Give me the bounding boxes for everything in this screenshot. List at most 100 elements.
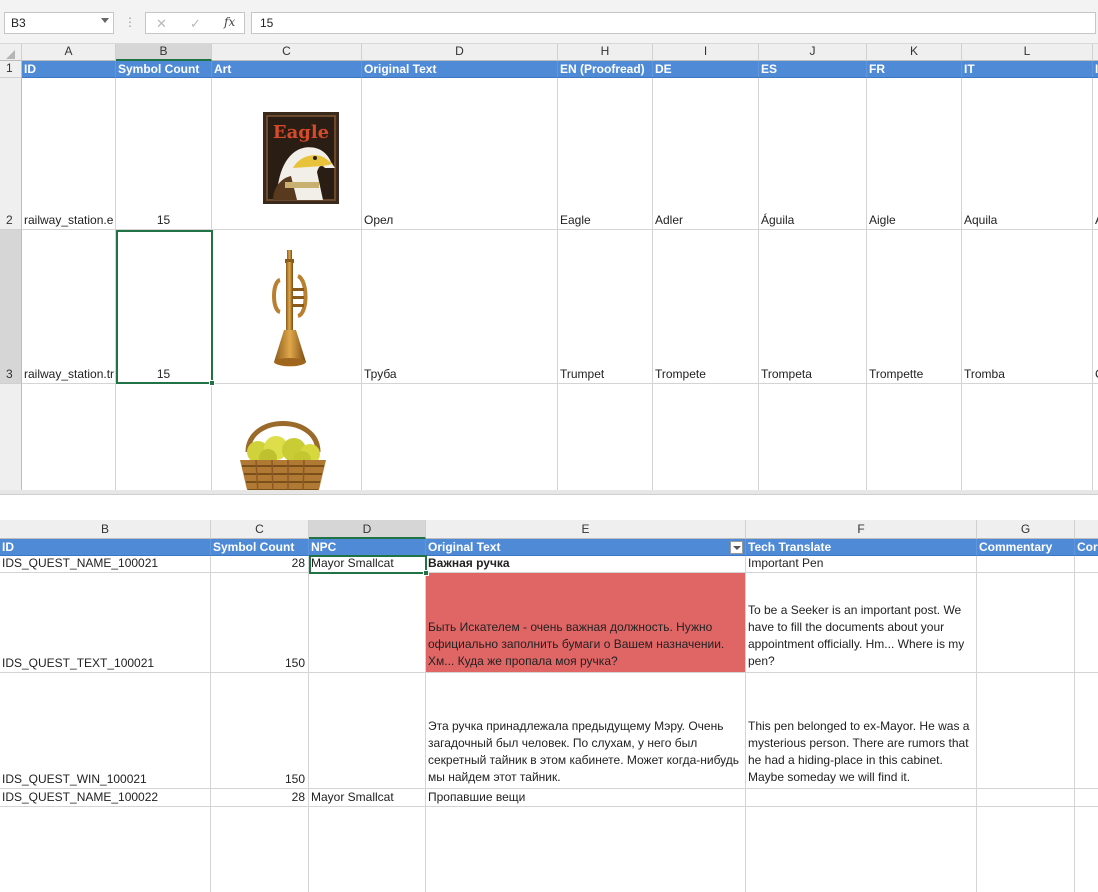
- cell-symbol-count[interactable]: 15: [116, 78, 212, 230]
- column-header-m[interactable]: [1093, 44, 1098, 61]
- cell-symbol-count[interactable]: 150: [211, 673, 309, 789]
- eagle-poster-image[interactable]: Eagle: [263, 112, 339, 204]
- empty-cell[interactable]: [977, 807, 1075, 892]
- cell-commentary[interactable]: [977, 556, 1075, 573]
- fill-handle[interactable]: [423, 570, 429, 576]
- cell-npc[interactable]: [309, 573, 426, 673]
- column-header-k[interactable]: K: [867, 44, 962, 61]
- header-cell-art[interactable]: Art: [212, 61, 362, 78]
- cell-next[interactable]: [1075, 673, 1098, 789]
- column-header-b[interactable]: B: [116, 44, 212, 61]
- header-cell-fr[interactable]: FR: [867, 61, 962, 78]
- cell-id[interactable]: [22, 384, 116, 490]
- column-header-b[interactable]: B: [0, 520, 211, 539]
- cell-es[interactable]: Águila: [759, 78, 867, 230]
- cell-original-text-highlighted[interactable]: Быть Искателем - очень важная должность.…: [426, 573, 746, 673]
- cell-fr[interactable]: [867, 384, 962, 490]
- column-header-c[interactable]: C: [212, 44, 362, 61]
- cell-tech-translate[interactable]: To be a Seeker is an important post. We …: [746, 573, 977, 673]
- cell-en[interactable]: Trumpet: [558, 230, 653, 384]
- header-cell-en[interactable]: EN (Proofread): [558, 61, 653, 78]
- cell-en[interactable]: [558, 384, 653, 490]
- column-header-f[interactable]: F: [746, 520, 977, 539]
- cell-npc[interactable]: Mayor Smallcat: [309, 789, 426, 807]
- header-cell-next[interactable]: Cor: [1075, 539, 1098, 556]
- cell-es[interactable]: Trompeta: [759, 230, 867, 384]
- empty-cell[interactable]: [746, 807, 977, 892]
- apple-basket-image[interactable]: [236, 408, 330, 490]
- cell-next[interactable]: [1075, 573, 1098, 673]
- row-header-2[interactable]: 2: [0, 78, 22, 230]
- column-header-l[interactable]: L: [962, 44, 1093, 61]
- cell-original-text[interactable]: Важная ручка: [426, 556, 746, 573]
- cell-fr[interactable]: Trompette: [867, 230, 962, 384]
- cell-selection[interactable]: [116, 230, 215, 386]
- cell-es[interactable]: [759, 384, 867, 490]
- column-header-i[interactable]: I: [653, 44, 759, 61]
- row-header-1[interactable]: 1: [0, 61, 22, 78]
- formula-input[interactable]: 15: [251, 12, 1096, 34]
- cell-commentary[interactable]: [977, 789, 1075, 807]
- header-cell-de[interactable]: DE: [653, 61, 759, 78]
- empty-cell[interactable]: [426, 807, 746, 892]
- cell-en[interactable]: Eagle: [558, 78, 653, 230]
- cell-original-text[interactable]: Пропавшие вещи: [426, 789, 746, 807]
- header-cell-npc[interactable]: NPC: [309, 539, 426, 556]
- cell-original-text[interactable]: Труба: [362, 230, 558, 384]
- row-header-4[interactable]: [0, 384, 22, 490]
- cell-symbol-count[interactable]: 28: [211, 556, 309, 573]
- cell-de[interactable]: Trompete: [653, 230, 759, 384]
- cell-original-text[interactable]: [362, 384, 558, 490]
- cell-commentary[interactable]: [977, 673, 1075, 789]
- select-all-corner[interactable]: [0, 44, 22, 61]
- column-header-d[interactable]: D: [309, 520, 426, 539]
- header-cell-original-text[interactable]: Original Text: [362, 61, 558, 78]
- cell-selection[interactable]: [309, 555, 429, 576]
- cell-tech-translate[interactable]: [746, 789, 977, 807]
- cell-npc[interactable]: [309, 673, 426, 789]
- cell-symbol-count[interactable]: 28: [211, 789, 309, 807]
- trumpet-image[interactable]: [270, 250, 310, 368]
- cell-it[interactable]: Tromba: [962, 230, 1093, 384]
- cell-id[interactable]: railway_station.tr: [22, 230, 116, 384]
- empty-cell[interactable]: [309, 807, 426, 892]
- cell-original-text[interactable]: Эта ручка принадлежала предыдущему Мэру.…: [426, 673, 746, 789]
- cell-symbol-count[interactable]: [116, 384, 212, 490]
- cancel-icon[interactable]: ✕: [156, 16, 167, 32]
- cell-tech-translate[interactable]: Important Pen: [746, 556, 977, 573]
- cell-original-text[interactable]: Орел: [362, 78, 558, 230]
- column-header-d[interactable]: D: [362, 44, 558, 61]
- column-header-j[interactable]: J: [759, 44, 867, 61]
- column-header-c[interactable]: C: [211, 520, 309, 539]
- insert-function-icon[interactable]: fx: [224, 15, 235, 29]
- cell-it[interactable]: [962, 384, 1093, 490]
- cell-next[interactable]: [1093, 384, 1098, 490]
- cell-id[interactable]: IDS_QUEST_NAME_100022: [0, 789, 211, 807]
- cell-commentary[interactable]: [977, 573, 1075, 673]
- cell-de[interactable]: [653, 384, 759, 490]
- cell-next[interactable]: [1075, 556, 1098, 573]
- column-header-g[interactable]: G: [977, 520, 1075, 539]
- column-header-a[interactable]: A: [22, 44, 116, 61]
- filter-dropdown-icon[interactable]: [730, 541, 743, 554]
- header-cell-next[interactable]: I: [1093, 61, 1098, 78]
- cell-fr[interactable]: Aigle: [867, 78, 962, 230]
- cell-id[interactable]: IDS_QUEST_TEXT_100021: [0, 573, 211, 673]
- cell-id[interactable]: IDS_QUEST_WIN_100021: [0, 673, 211, 789]
- fill-handle[interactable]: [209, 380, 215, 386]
- empty-cell[interactable]: [0, 807, 211, 892]
- header-cell-commentary[interactable]: Commentary: [977, 539, 1075, 556]
- header-cell-es[interactable]: ES: [759, 61, 867, 78]
- cell-next[interactable]: A: [1093, 78, 1098, 230]
- cell-symbol-count[interactable]: 150: [211, 573, 309, 673]
- header-cell-symbol-count[interactable]: Symbol Count: [211, 539, 309, 556]
- empty-cell[interactable]: [211, 807, 309, 892]
- cell-id[interactable]: IDS_QUEST_NAME_100021: [0, 556, 211, 573]
- header-cell-tech-translate[interactable]: Tech Translate: [746, 539, 977, 556]
- column-header-e[interactable]: E: [426, 520, 746, 539]
- cell-tech-translate[interactable]: This pen belonged to ex-Mayor. He was a …: [746, 673, 977, 789]
- row-header-3[interactable]: 3: [0, 230, 22, 384]
- name-box[interactable]: B3: [4, 12, 114, 34]
- column-header-h[interactable]: H: [558, 44, 653, 61]
- header-cell-it[interactable]: IT: [962, 61, 1093, 78]
